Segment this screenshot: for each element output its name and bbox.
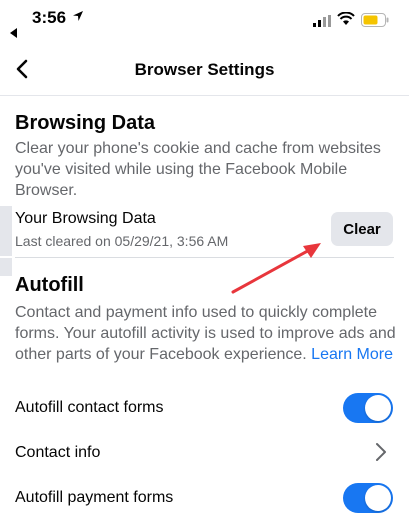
autofill-payment-forms-label: Autofill payment forms	[15, 489, 174, 506]
autofill-contact-forms-toggle[interactable]	[343, 393, 393, 423]
learn-more-link[interactable]: Learn More	[311, 346, 393, 363]
clear-button[interactable]: Clear	[331, 212, 393, 246]
autofill-heading: Autofill	[15, 274, 84, 296]
battery-icon	[361, 13, 389, 27]
autofill-payment-forms-toggle[interactable]	[343, 483, 393, 513]
left-edge-band	[0, 206, 12, 256]
status-bar: 3:56	[0, 0, 409, 42]
annotation-arrow-icon	[231, 243, 321, 294]
page-title: Browser Settings	[134, 60, 275, 79]
nav-bar: Browser Settings	[0, 42, 409, 96]
browsing-data-heading: Browsing Data	[15, 112, 156, 134]
browsing-data-last-cleared: Last cleared on 05/29/21, 3:56 AM	[15, 233, 229, 249]
autofill-description: Contact and payment info used to quickly…	[15, 302, 400, 365]
chevron-right-icon[interactable]	[375, 442, 387, 462]
toggle-knob	[365, 395, 391, 421]
signal-icon	[313, 15, 331, 27]
back-to-app-icon[interactable]	[10, 28, 18, 38]
autofill-contact-forms-label: Autofill contact forms	[15, 399, 164, 416]
wifi-icon	[337, 12, 355, 25]
divider	[15, 257, 394, 258]
location-arrow-icon	[73, 11, 83, 21]
contact-info-label: Contact info	[15, 444, 101, 461]
browsing-data-row-title: Your Browsing Data	[15, 210, 156, 227]
left-edge-band	[0, 258, 12, 276]
browsing-data-description: Clear your phone's cookie and cache from…	[15, 140, 381, 199]
toggle-knob	[365, 485, 391, 511]
status-time: 3:56	[32, 8, 67, 27]
